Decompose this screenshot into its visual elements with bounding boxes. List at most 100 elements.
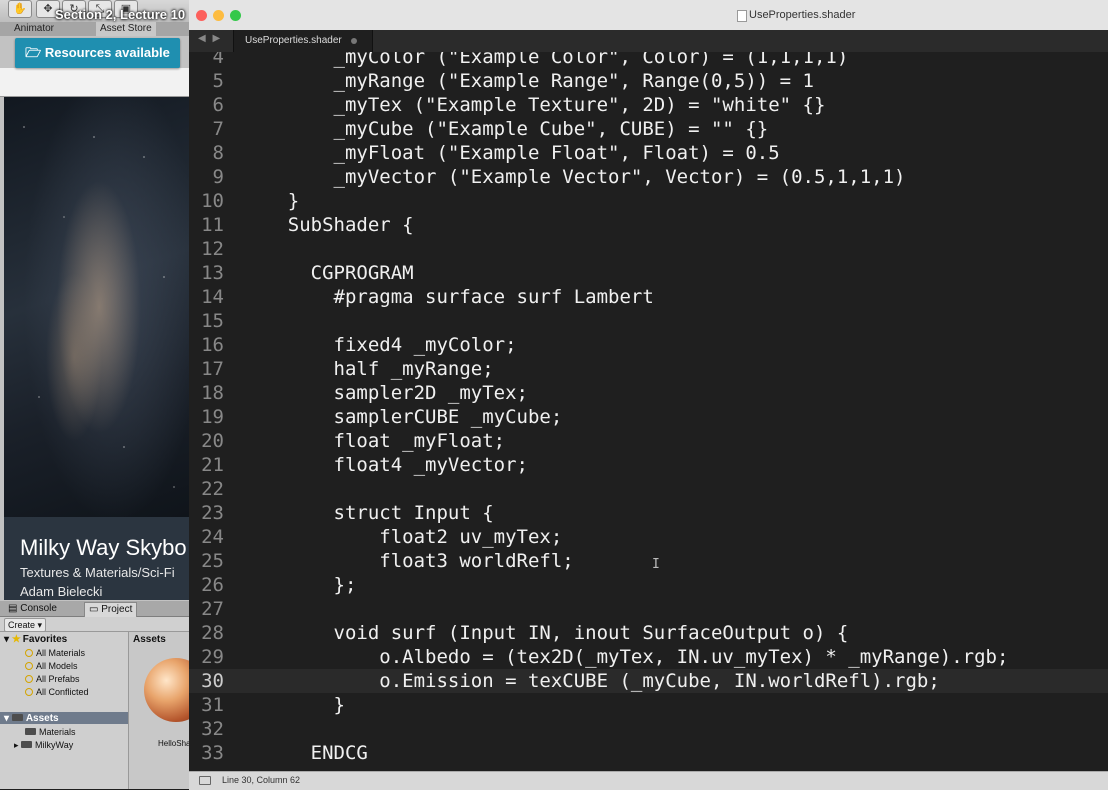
code-text[interactable]: SubShader { [242,213,414,237]
code-line[interactable]: 22 [189,477,1108,501]
maximize-window-icon[interactable] [230,10,241,21]
line-number: 14 [201,286,224,308]
line-number: 29 [201,646,224,668]
code-line[interactable]: 28 void surf (Input IN, inout SurfaceOut… [189,621,1108,645]
code-line[interactable]: 8 _myFloat ("Example Float", Float) = 0.… [189,141,1108,165]
panel-toggle-icon[interactable] [199,776,211,785]
code-line[interactable]: 13 CGPROGRAM [189,261,1108,285]
code-line[interactable]: 24 float2 uv_myTex; [189,525,1108,549]
code-text[interactable]: _myRange ("Example Range", Range(0,5)) =… [242,69,814,93]
line-number: 32 [201,718,224,740]
product-author[interactable]: Adam Bielecki [20,584,102,599]
tab-navigation-arrows-icon[interactable]: ◀ ▶ [198,33,222,44]
console-icon: ▤ [8,603,21,614]
project-toolbar: Create ▾ [0,617,190,632]
hand-tool-icon[interactable]: ✋ [8,0,32,18]
favorite-item[interactable]: All Materials [25,648,85,658]
tab-useproperties-shader[interactable]: UseProperties.shader [233,30,373,52]
favorite-item[interactable]: All Prefabs [25,674,80,684]
asset-folder-item[interactable]: Materials [25,727,76,737]
unity-editor-panel: ✋ ✥ ↻ ⤡ ▣ Section 2, Lecture 10 Animator… [0,0,190,789]
code-line[interactable]: 14 #pragma surface surf Lambert [189,285,1108,309]
code-line[interactable]: 26 }; [189,573,1108,597]
code-text[interactable]: } [242,693,345,717]
code-text[interactable]: void surf (Input IN, inout SurfaceOutput… [242,621,849,645]
code-text[interactable]: float4 _myVector; [242,453,528,477]
line-number: 6 [212,94,224,116]
code-line[interactable]: 32 [189,717,1108,741]
code-line[interactable]: 33 ENDCG [189,741,1108,765]
line-number: 18 [201,382,224,404]
code-line[interactable]: 19 samplerCUBE _myCube; [189,405,1108,429]
code-editor-text-area[interactable]: 4 _myColor ("Example Color", Color) = (1… [189,52,1108,771]
code-line[interactable]: 18 sampler2D _myTex; [189,381,1108,405]
tab-project[interactable]: ▭ Project [84,602,138,617]
code-text[interactable]: samplerCUBE _myCube; [242,405,563,429]
code-line[interactable]: 17 half _myRange; [189,357,1108,381]
code-line[interactable]: 20 float _myFloat; [189,429,1108,453]
asset-folder-item[interactable]: ▸ MilkyWay [14,740,73,751]
close-window-icon[interactable] [196,10,207,21]
code-text[interactable]: sampler2D _myTex; [242,381,528,405]
folder-icon [21,741,33,748]
code-line[interactable]: 5 _myRange ("Example Range", Range(0,5))… [189,69,1108,93]
code-text[interactable]: _myColor ("Example Color", Color) = (1,1… [242,52,849,69]
code-text[interactable]: float3 worldRefl; [242,549,573,573]
code-text[interactable]: float _myFloat; [242,429,506,453]
mouse-ibeam-cursor-icon: I [652,557,660,572]
code-text[interactable]: struct Input { [242,501,494,525]
tab-asset-store[interactable]: Asset Store [96,22,156,36]
tab-close-dot-icon[interactable] [351,38,357,44]
code-text[interactable]: float2 uv_myTex; [242,525,562,549]
code-text[interactable]: #pragma surface surf Lambert [242,285,654,309]
code-line[interactable]: 9 _myVector ("Example Vector", Vector) =… [189,165,1108,189]
code-line[interactable]: 6 _myTex ("Example Texture", 2D) = "whit… [189,93,1108,117]
favorite-item[interactable]: All Models [25,661,78,671]
assets-pane-heading: Assets [133,634,166,645]
tab-animator[interactable]: Animator [10,22,58,36]
code-text[interactable]: CGPROGRAM [242,261,414,285]
code-text[interactable]: o.Emission = texCUBE (_myCube, IN.worldR… [242,669,940,693]
code-text[interactable]: }; [242,573,357,597]
material-thumbnail[interactable] [144,658,190,722]
code-line[interactable]: 4 _myColor ("Example Color", Color) = (1… [189,52,1108,69]
code-text[interactable]: _myCube ("Example Cube", CUBE) = "" {} [242,117,769,141]
line-number: 4 [212,52,224,68]
favorites-heading[interactable]: ▾ ★ Favorites [4,634,67,645]
code-line[interactable]: 27 [189,597,1108,621]
code-text[interactable]: } [242,189,299,213]
code-line[interactable]: 25 float3 worldRefl; [189,549,1108,573]
resources-available-button[interactable]: 🗁 Resources available [15,38,180,68]
code-text[interactable]: o.Albedo = (tex2D(_myTex, IN.uv_myTex) *… [242,645,1008,669]
code-line[interactable]: 23 struct Input { [189,501,1108,525]
code-line[interactable]: 16 fixed4 _myColor; [189,333,1108,357]
code-line[interactable]: 7 _myCube ("Example Cube", CUBE) = "" {} [189,117,1108,141]
code-text[interactable]: fixed4 _myColor; [242,333,517,357]
line-number: 9 [212,166,224,188]
assets-heading[interactable]: ▾ Assets [4,713,59,724]
tab-console[interactable]: ▤ Console [4,602,61,616]
favorite-item[interactable]: All Conflicted [25,687,89,697]
code-line[interactable]: 12 [189,237,1108,261]
create-dropdown-button[interactable]: Create ▾ [4,618,47,632]
code-line[interactable]: 15 [189,309,1108,333]
line-number: 22 [201,478,224,500]
code-text[interactable]: half _myRange; [242,357,494,381]
code-text[interactable]: _myVector ("Example Vector", Vector) = (… [242,165,906,189]
code-line[interactable]: 30 o.Emission = texCUBE (_myCube, IN.wor… [189,669,1108,693]
line-number: 16 [201,334,224,356]
window-title: UseProperties.shader [749,9,856,21]
code-line[interactable]: 21 float4 _myVector; [189,453,1108,477]
minimize-window-icon[interactable] [213,10,224,21]
code-line[interactable]: 29 o.Albedo = (tex2D(_myTex, IN.uv_myTex… [189,645,1108,669]
code-line[interactable]: 10 } [189,189,1108,213]
product-category[interactable]: Textures & Materials/Sci-Fi [20,565,175,580]
line-number: 13 [201,262,224,284]
code-text[interactable]: _myFloat ("Example Float", Float) = 0.5 [242,141,780,165]
material-thumbnail-label[interactable]: HelloSha [158,739,190,748]
product-info: Milky Way Skybo Textures & Materials/Sci… [4,517,190,600]
code-line[interactable]: 31 } [189,693,1108,717]
code-text[interactable]: _myTex ("Example Texture", 2D) = "white"… [242,93,826,117]
code-text[interactable]: ENDCG [242,741,368,765]
code-line[interactable]: 11 SubShader { [189,213,1108,237]
